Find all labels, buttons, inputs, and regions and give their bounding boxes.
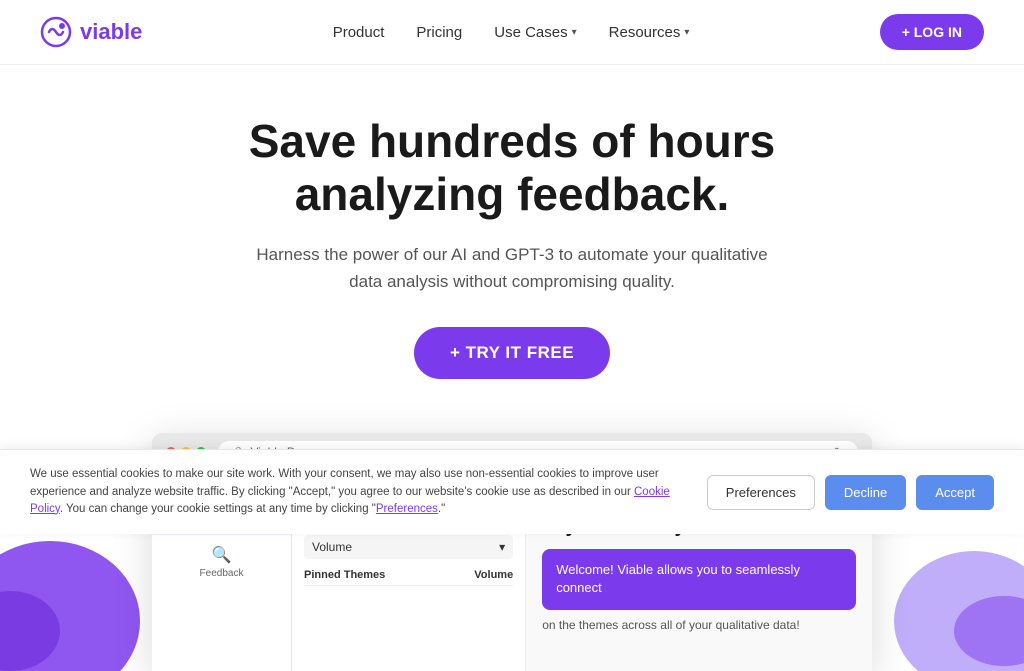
nav-resources[interactable]: Resources ▾ — [609, 24, 690, 41]
nav-use-cases[interactable]: Use Cases ▾ — [494, 24, 576, 41]
nav-pricing[interactable]: Pricing — [416, 24, 462, 41]
accept-button[interactable]: Accept — [916, 475, 994, 510]
hero-section: Save hundreds of hours analyzing feedbac… — [0, 65, 1024, 409]
themes-description: on the themes across all of your qualita… — [542, 618, 856, 632]
cookie-text: We use essential cookies to make our sit… — [30, 466, 687, 518]
pinned-themes-header: Pinned Themes Volume — [304, 569, 513, 586]
feedback-icon: 🔍 — [212, 545, 232, 565]
header: viable Product Pricing Use Cases ▾ Resou… — [0, 0, 1024, 65]
welcome-card: Welcome! Viable allows you to seamlessly… — [542, 549, 856, 609]
sort-chevron-icon: ▾ — [499, 540, 505, 554]
sort-value: Volume — [312, 540, 352, 554]
feedback-label: Feedback — [200, 568, 244, 579]
use-cases-chevron-icon: ▾ — [572, 27, 577, 38]
hero-subtitle: Harness the power of our AI and GPT-3 to… — [252, 241, 772, 295]
logo[interactable]: viable — [40, 16, 142, 48]
resources-chevron-icon: ▾ — [684, 27, 689, 38]
hero-title: Save hundreds of hours analyzing feedbac… — [40, 115, 984, 221]
volume-col: Volume — [474, 569, 513, 581]
sort-order-select[interactable]: Volume ▾ — [304, 535, 513, 559]
pinned-themes-col: Pinned Themes — [304, 569, 385, 581]
cookie-buttons: Preferences Decline Accept — [707, 475, 994, 510]
try-it-free-button[interactable]: + TRY IT FREE — [414, 327, 610, 379]
logo-wordmark: viable — [80, 19, 142, 45]
cookie-banner: We use essential cookies to make our sit… — [0, 449, 1024, 534]
decline-button[interactable]: Decline — [825, 475, 906, 510]
sidebar-feedback[interactable]: 🔍 Feedback — [152, 535, 291, 589]
login-button[interactable]: + LOG IN — [880, 14, 984, 50]
main-nav: Product Pricing Use Cases ▾ Resources ▾ — [333, 24, 690, 41]
logo-icon — [40, 16, 72, 48]
nav-product[interactable]: Product — [333, 24, 385, 41]
welcome-card-text: Welcome! Viable allows you to seamlessly… — [556, 562, 800, 595]
cookie-policy-link[interactable]: Cookie Policy — [30, 486, 670, 515]
preferences-button[interactable]: Preferences — [707, 475, 815, 510]
preferences-link[interactable]: Preferences — [376, 503, 438, 515]
